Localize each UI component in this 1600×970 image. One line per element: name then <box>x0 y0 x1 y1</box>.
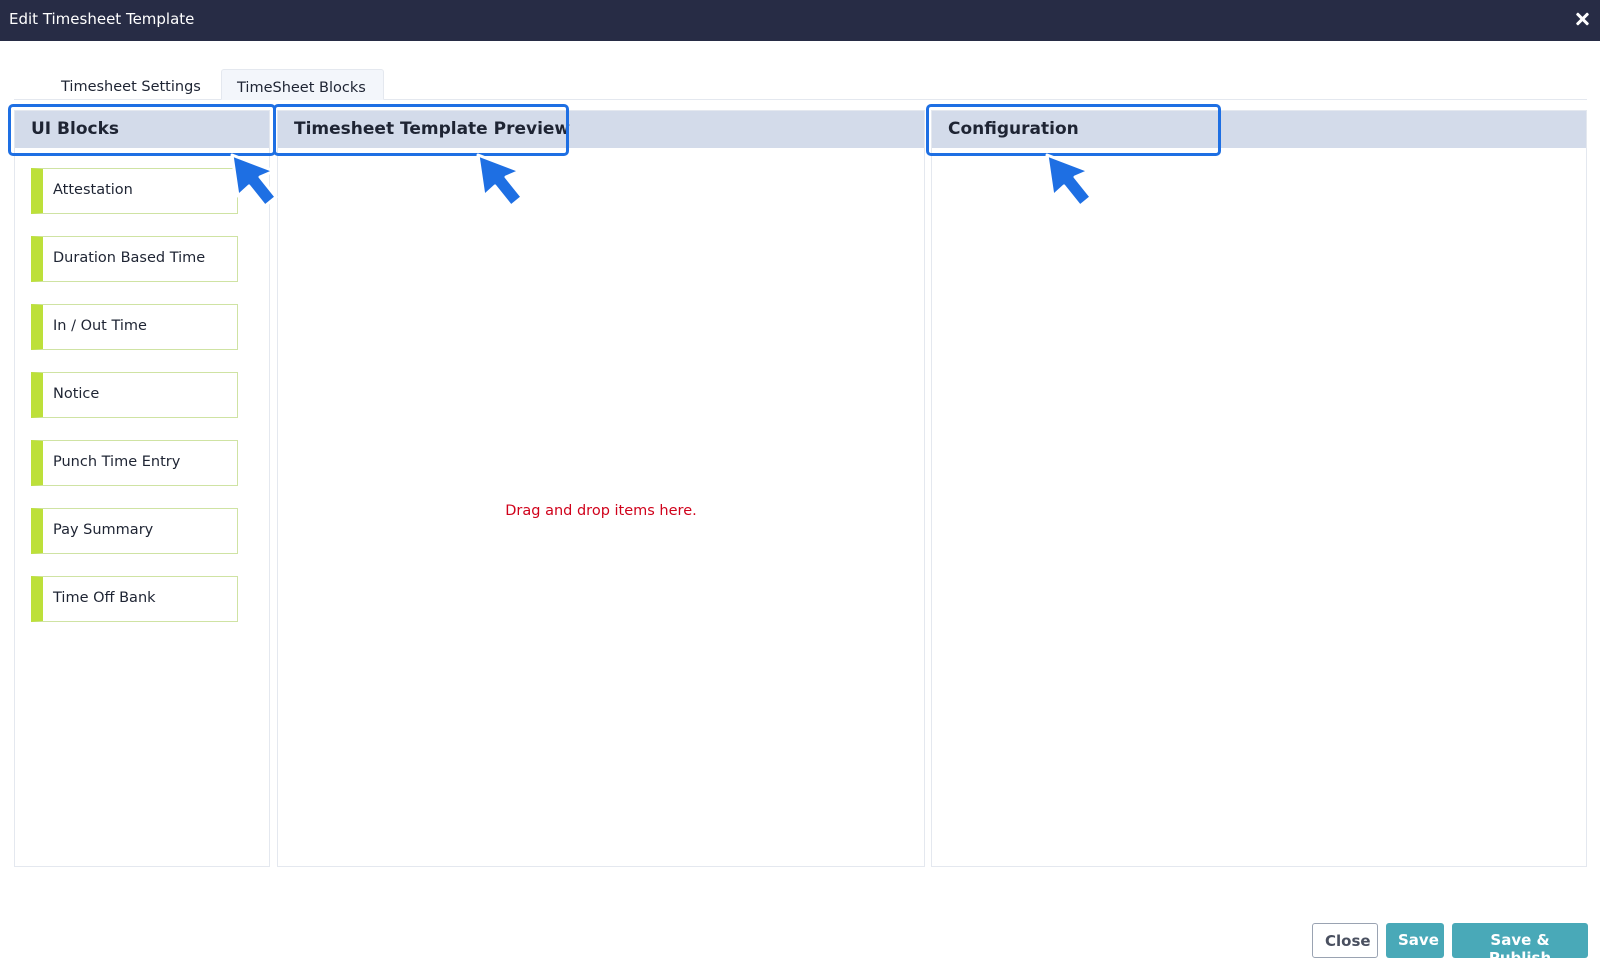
tab-timesheet-blocks[interactable]: TimeSheet Blocks <box>221 69 384 100</box>
close-button[interactable]: Close <box>1312 923 1378 958</box>
block-in-out-time[interactable]: In / Out Time <box>31 304 238 350</box>
block-time-off-bank[interactable]: Time Off Bank <box>31 576 238 622</box>
block-duration-based-time[interactable]: Duration Based Time <box>31 236 238 282</box>
block-punch-time-entry[interactable]: Punch Time Entry <box>31 440 238 486</box>
preview-header: Timesheet Template Preview <box>278 111 924 148</box>
preview-panel[interactable]: Timesheet Template Preview Drag and drop… <box>277 110 925 867</box>
close-icon[interactable] <box>1574 10 1592 28</box>
window-title: Edit Timesheet Template <box>9 10 195 28</box>
tab-bar: Timesheet Settings TimeSheet Blocks <box>14 69 1587 100</box>
tab-timesheet-settings[interactable]: Timesheet Settings <box>46 69 233 100</box>
save-button[interactable]: Save <box>1386 923 1444 958</box>
block-notice[interactable]: Notice <box>31 372 238 418</box>
configuration-panel: Configuration <box>931 110 1587 867</box>
block-pay-summary[interactable]: Pay Summary <box>31 508 238 554</box>
configuration-header: Configuration <box>932 111 1586 148</box>
title-bar: Edit Timesheet Template <box>0 0 1600 41</box>
block-attestation[interactable]: Attestation <box>31 168 238 214</box>
ui-blocks-panel: UI Blocks Attestation Duration Based Tim… <box>14 110 270 867</box>
dropzone-message: Drag and drop items here. <box>505 503 697 519</box>
ui-blocks-header: UI Blocks <box>15 111 269 148</box>
save-and-publish-button[interactable]: Save & Publish <box>1452 923 1588 967</box>
